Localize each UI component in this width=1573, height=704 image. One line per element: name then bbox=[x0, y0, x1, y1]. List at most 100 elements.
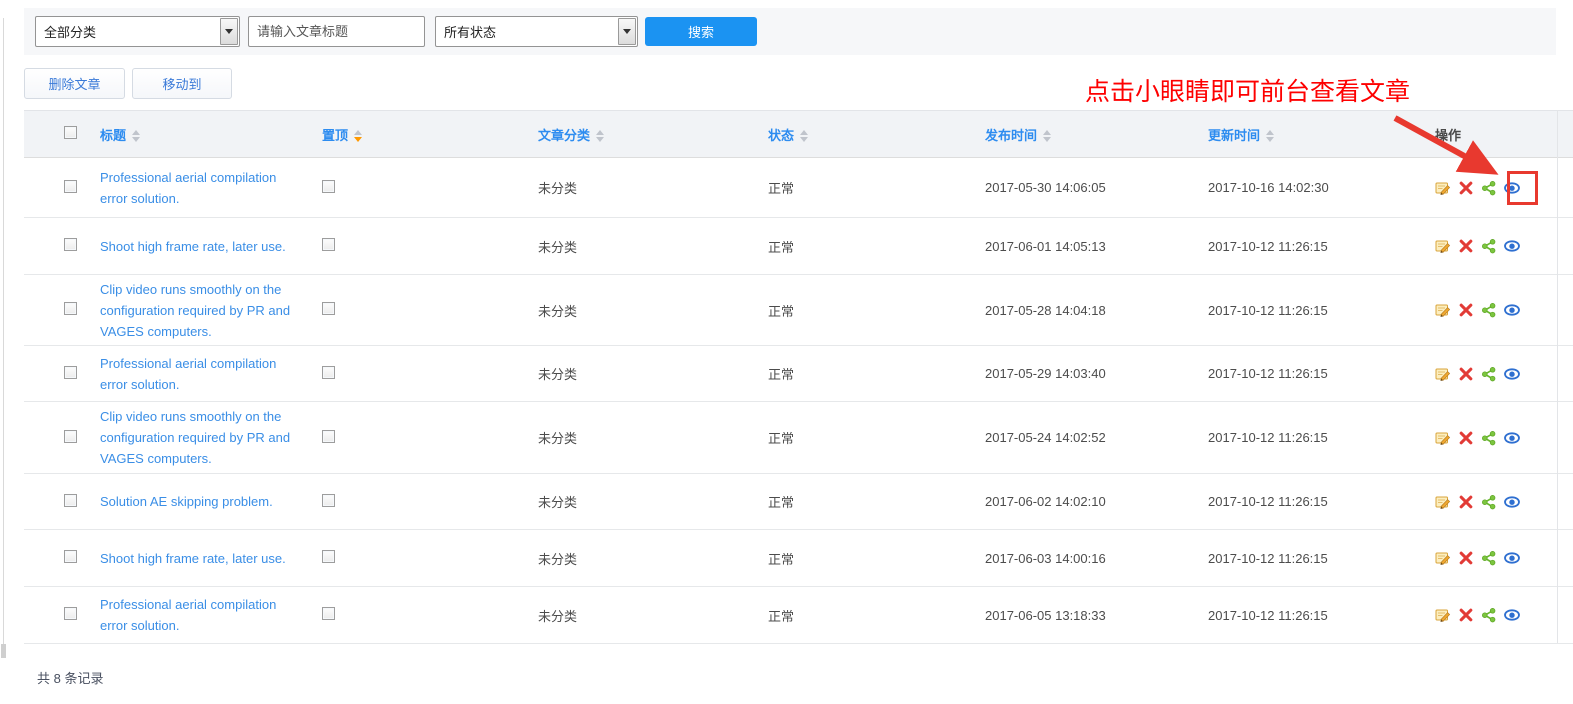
column-header-label: 文章分类 bbox=[538, 128, 590, 143]
view-eye-icon[interactable] bbox=[1504, 180, 1520, 196]
category-cell: 未分类 bbox=[538, 609, 577, 624]
column-header-pin[interactable]: 置顶 bbox=[322, 111, 538, 158]
pin-checkbox[interactable] bbox=[322, 180, 335, 193]
table-row: Shoot high frame rate, later use. 未分类 正常… bbox=[24, 218, 1573, 275]
edit-icon[interactable] bbox=[1435, 302, 1451, 318]
edit-icon[interactable] bbox=[1435, 550, 1451, 566]
status-cell: 正常 bbox=[768, 367, 794, 382]
row-actions bbox=[1435, 430, 1573, 446]
sort-arrows-icon[interactable] bbox=[1043, 130, 1051, 142]
delete-icon[interactable] bbox=[1458, 550, 1474, 566]
article-title-link[interactable]: Professional aerial compilation error so… bbox=[100, 594, 300, 636]
table-row: Professional aerial compilation error so… bbox=[24, 587, 1573, 644]
status-cell: 正常 bbox=[768, 304, 794, 319]
status-cell: 正常 bbox=[768, 240, 794, 255]
column-header-title[interactable]: 标题 bbox=[100, 111, 322, 158]
caret-down-icon bbox=[623, 29, 631, 34]
view-eye-icon[interactable] bbox=[1504, 430, 1520, 446]
status-cell: 正常 bbox=[768, 609, 794, 624]
delete-articles-button[interactable]: 删除文章 bbox=[24, 68, 125, 99]
select-all-checkbox[interactable] bbox=[64, 126, 77, 139]
row-select-checkbox[interactable] bbox=[64, 238, 77, 251]
category-select[interactable]: 全部分类 bbox=[35, 16, 240, 47]
table-body: Professional aerial compilation error so… bbox=[24, 158, 1573, 644]
pin-checkbox[interactable] bbox=[322, 607, 335, 620]
delete-icon[interactable] bbox=[1458, 238, 1474, 254]
delete-icon[interactable] bbox=[1458, 494, 1474, 510]
publish-time-cell: 2017-05-24 14:02:52 bbox=[985, 430, 1106, 445]
view-eye-icon[interactable] bbox=[1504, 302, 1520, 318]
row-select-checkbox[interactable] bbox=[64, 550, 77, 563]
pin-checkbox[interactable] bbox=[322, 494, 335, 507]
category-cell: 未分类 bbox=[538, 367, 577, 382]
pin-checkbox[interactable] bbox=[322, 550, 335, 563]
article-title-search-input[interactable] bbox=[248, 16, 425, 47]
share-icon[interactable] bbox=[1481, 430, 1497, 446]
pin-checkbox[interactable] bbox=[322, 302, 335, 315]
pin-checkbox[interactable] bbox=[322, 238, 335, 251]
edit-icon[interactable] bbox=[1435, 494, 1451, 510]
view-eye-icon[interactable] bbox=[1504, 607, 1520, 623]
article-title-link[interactable]: Solution AE skipping problem. bbox=[100, 491, 273, 512]
article-title-link[interactable]: Shoot high frame rate, later use. bbox=[100, 236, 286, 257]
row-select-checkbox[interactable] bbox=[64, 430, 77, 443]
article-title-link[interactable]: Shoot high frame rate, later use. bbox=[100, 548, 286, 569]
share-icon[interactable] bbox=[1481, 550, 1497, 566]
delete-icon[interactable] bbox=[1458, 430, 1474, 446]
row-select-checkbox[interactable] bbox=[64, 607, 77, 620]
article-title-link[interactable]: Professional aerial compilation error so… bbox=[100, 353, 300, 395]
update-time-cell: 2017-10-12 11:26:15 bbox=[1208, 608, 1328, 623]
view-eye-icon[interactable] bbox=[1504, 550, 1520, 566]
delete-icon[interactable] bbox=[1458, 302, 1474, 318]
delete-icon[interactable] bbox=[1458, 366, 1474, 382]
sort-arrows-icon[interactable] bbox=[354, 130, 362, 142]
edit-icon[interactable] bbox=[1435, 180, 1451, 196]
row-select-checkbox[interactable] bbox=[64, 180, 77, 193]
article-title-link[interactable]: Clip video runs smoothly on the configur… bbox=[100, 279, 300, 342]
pin-checkbox[interactable] bbox=[322, 430, 335, 443]
row-select-checkbox[interactable] bbox=[64, 302, 77, 315]
sort-arrows-icon[interactable] bbox=[800, 130, 808, 142]
sort-arrows-icon[interactable] bbox=[596, 130, 604, 142]
column-header-publish-time[interactable]: 发布时间 bbox=[985, 111, 1208, 158]
move-to-button[interactable]: 移动到 bbox=[132, 68, 232, 99]
delete-icon[interactable] bbox=[1458, 607, 1474, 623]
share-icon[interactable] bbox=[1481, 366, 1497, 382]
delete-icon[interactable] bbox=[1458, 180, 1474, 196]
column-header-category[interactable]: 文章分类 bbox=[538, 111, 768, 158]
view-eye-icon[interactable] bbox=[1504, 494, 1520, 510]
search-button[interactable]: 搜索 bbox=[645, 17, 757, 46]
edit-icon[interactable] bbox=[1435, 366, 1451, 382]
column-header-status[interactable]: 状态 bbox=[768, 111, 985, 158]
column-header-label: 状态 bbox=[768, 128, 794, 143]
share-icon[interactable] bbox=[1481, 494, 1497, 510]
column-header-update-time[interactable]: 更新时间 bbox=[1208, 111, 1435, 158]
share-icon[interactable] bbox=[1481, 302, 1497, 318]
select-dropdown-button[interactable] bbox=[618, 18, 636, 45]
edit-icon[interactable] bbox=[1435, 607, 1451, 623]
article-title-link[interactable]: Clip video runs smoothly on the configur… bbox=[100, 406, 300, 469]
share-icon[interactable] bbox=[1481, 238, 1497, 254]
share-icon[interactable] bbox=[1481, 607, 1497, 623]
sort-arrows-icon[interactable] bbox=[1266, 130, 1274, 142]
sort-arrows-icon[interactable] bbox=[132, 130, 140, 142]
category-cell: 未分类 bbox=[538, 181, 577, 196]
view-eye-icon[interactable] bbox=[1504, 366, 1520, 382]
pin-checkbox[interactable] bbox=[322, 366, 335, 379]
row-select-checkbox[interactable] bbox=[64, 494, 77, 507]
table-row: Shoot high frame rate, later use. 未分类 正常… bbox=[24, 530, 1573, 587]
select-dropdown-button[interactable] bbox=[220, 18, 238, 45]
row-actions bbox=[1435, 180, 1573, 196]
share-icon[interactable] bbox=[1481, 180, 1497, 196]
category-cell: 未分类 bbox=[538, 495, 577, 510]
edit-icon[interactable] bbox=[1435, 430, 1451, 446]
view-eye-icon[interactable] bbox=[1504, 238, 1520, 254]
status-select-value: 所有状态 bbox=[444, 22, 496, 41]
column-header-label: 操作 bbox=[1435, 128, 1461, 143]
row-select-checkbox[interactable] bbox=[64, 366, 77, 379]
status-select[interactable]: 所有状态 bbox=[435, 16, 638, 47]
edit-icon[interactable] bbox=[1435, 238, 1451, 254]
article-manager-page: 全部分类 所有状态 搜索 删除文章 移动到 标题置顶文章分类 状态 发布时间更新时间… bbox=[0, 0, 1573, 704]
article-title-link[interactable]: Professional aerial compilation error so… bbox=[100, 167, 300, 209]
table-row: Clip video runs smoothly on the configur… bbox=[24, 402, 1573, 474]
